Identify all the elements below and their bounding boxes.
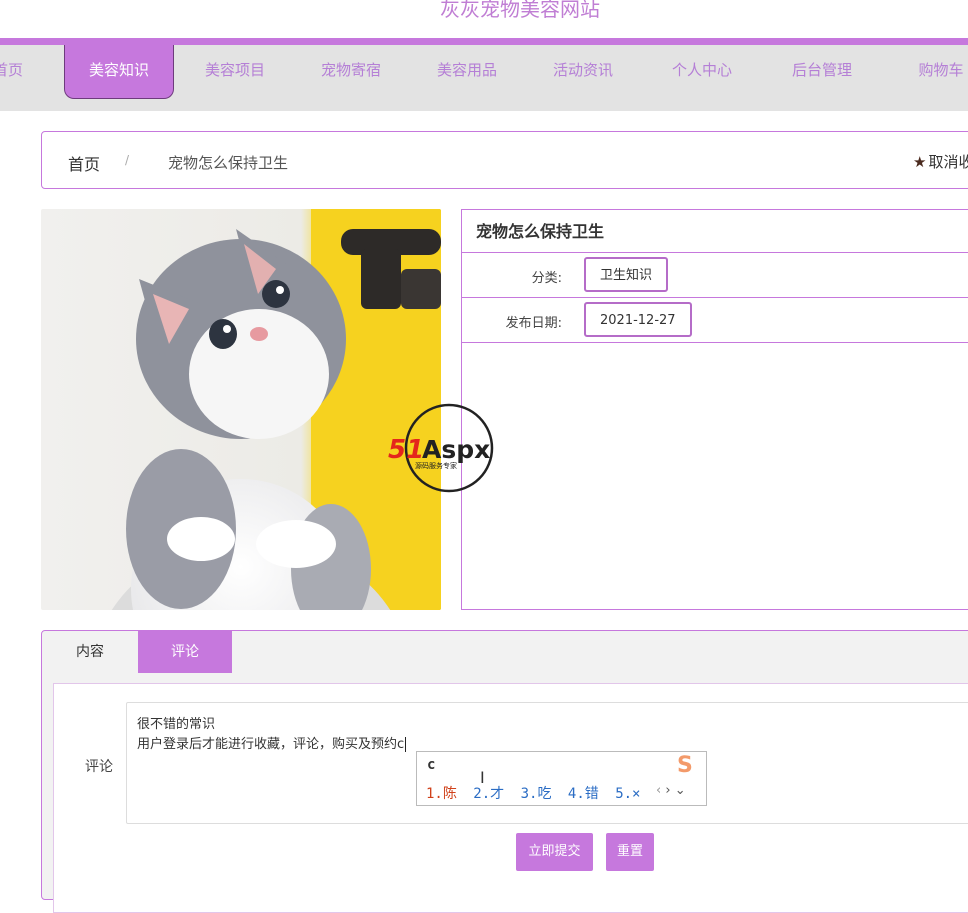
- tab-content[interactable]: 内容: [42, 631, 138, 673]
- nav-item-admin[interactable]: 后台管理: [767, 45, 877, 99]
- text-cursor-icon: I: [480, 768, 485, 787]
- ime-candidate-4[interactable]: 4.错: [568, 786, 599, 802]
- site-title: 灰灰宠物美容网站: [440, 0, 600, 21]
- publish-date-row: 发布日期: 2021-12-27: [462, 298, 968, 343]
- title-accent-bar: [0, 38, 968, 45]
- publish-date-label: 发布日期:: [505, 316, 562, 331]
- chevron-down-icon[interactable]: ⌄: [675, 783, 686, 798]
- chevron-left-icon[interactable]: ‹: [656, 783, 661, 798]
- ime-logo-icon: S: [677, 753, 693, 778]
- comment-line-1: 很不错的常识: [137, 717, 216, 732]
- nav-item-home[interactable]: 首页: [0, 45, 28, 99]
- tab-comment[interactable]: 评论: [138, 631, 232, 673]
- publish-date-value: 2021-12-27: [584, 302, 692, 337]
- nav-item-cart[interactable]: 购物车: [886, 45, 968, 99]
- nav-item-beauty-knowledge[interactable]: 美容知识: [64, 45, 174, 99]
- article-info-panel: 宠物怎么保持卫生 分类: 卫生知识 发布日期: 2021-12-27: [461, 209, 968, 610]
- favorite-toggle-button[interactable]: ★取消收藏: [913, 151, 968, 172]
- reset-button[interactable]: 重置: [606, 833, 654, 871]
- comment-label: 评论: [85, 759, 113, 775]
- ime-candidate-5[interactable]: 5.×: [615, 786, 640, 802]
- chevron-right-icon[interactable]: ›: [665, 783, 670, 798]
- category-row: 分类: 卫生知识: [462, 253, 968, 298]
- nav-item-personal-center[interactable]: 个人中心: [647, 45, 757, 99]
- ime-candidate-list: 1.陈 2.才 3.吃 4.错 5.×: [426, 783, 648, 803]
- breadcrumb-current: 宠物怎么保持卫生: [168, 154, 289, 172]
- nav-item-pet-boarding[interactable]: 宠物寄宿: [296, 45, 406, 99]
- nav-item-activities[interactable]: 活动资讯: [528, 45, 638, 99]
- ime-candidate-2[interactable]: 2.才: [473, 786, 504, 802]
- breadcrumb-home-link[interactable]: 首页: [68, 151, 100, 175]
- watermark-subtitle: 源码服务专家: [415, 461, 457, 470]
- favorite-label: 取消收藏: [928, 153, 968, 171]
- star-icon: ★: [913, 153, 927, 171]
- nav-item-beauty-projects[interactable]: 美容项目: [180, 45, 290, 99]
- ime-candidate-3[interactable]: 3.吃: [521, 786, 552, 802]
- watermark-logo: 51 Aspx 源码服务专家: [388, 402, 512, 494]
- article-image: [41, 209, 441, 610]
- breadcrumb: 首页 / 宠物怎么保持卫生 ★取消收藏: [41, 131, 968, 189]
- main-nav: 首页 美容知识 美容项目 宠物寄宿 美容用品 活动资讯 个人中心 后台管理 购物…: [0, 45, 968, 111]
- category-label: 分类:: [531, 271, 562, 286]
- nav-item-beauty-supplies[interactable]: 美容用品: [412, 45, 522, 99]
- watermark-text-51: 51: [388, 435, 424, 465]
- category-value: 卫生知识: [584, 257, 669, 292]
- ime-input-text: c: [427, 757, 436, 773]
- article-title: 宠物怎么保持卫生: [462, 210, 968, 253]
- watermark-text-aspx: Aspx: [422, 435, 490, 464]
- ime-candidate-popup: c S 1.陈 2.才 3.吃 4.错 5.× ‹ › ⌄: [416, 751, 707, 806]
- ime-page-arrows[interactable]: ‹ › ⌄: [656, 783, 686, 798]
- submit-button[interactable]: 立即提交: [516, 833, 593, 871]
- breadcrumb-separator: /: [125, 153, 130, 167]
- ime-candidate-1[interactable]: 1.陈: [426, 786, 457, 802]
